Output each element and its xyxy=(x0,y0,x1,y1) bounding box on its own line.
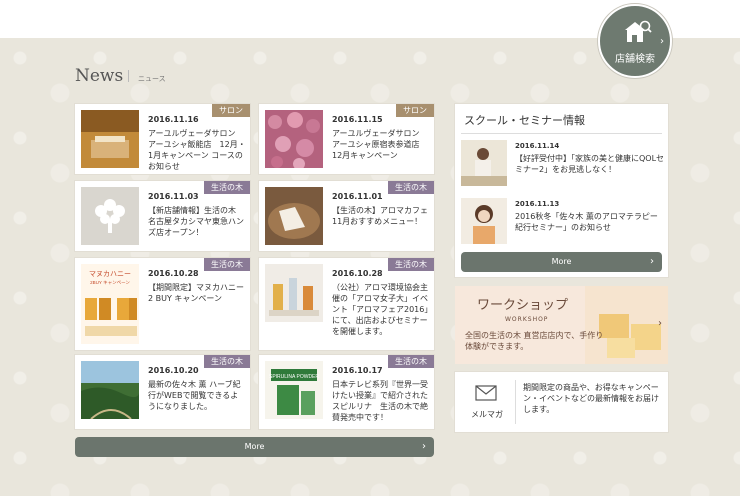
thumb-manuka-sub: 2BUY キャンペーン xyxy=(90,280,130,285)
news-date: 2016.11.16 xyxy=(148,115,199,124)
news-text: 最新の佐々木 薫 ハーブ紀行がWEBで閲覧できるようになりました。 xyxy=(148,380,241,411)
news-date: 2016.10.28 xyxy=(148,269,199,278)
school-more-button[interactable]: More › xyxy=(461,252,662,272)
chevron-right-icon: › xyxy=(658,318,662,329)
mail-magazine-label: メルマガ xyxy=(471,410,503,419)
divider xyxy=(515,380,516,424)
category-badge: 生活の木 xyxy=(204,355,250,368)
category-badge: サロン xyxy=(396,104,434,117)
news-thumbnail xyxy=(81,361,139,419)
category-badge: 生活の木 xyxy=(388,181,434,194)
workshop-title: ワークショップ xyxy=(477,298,569,313)
chevron-right-icon: › xyxy=(660,36,664,47)
news-card[interactable]: 生活の木 2016.10.28 （公社）アロマ環境協会主催の「アロマ女子大」イベ… xyxy=(259,258,434,350)
news-thumbnail xyxy=(265,187,323,245)
divider xyxy=(461,133,662,134)
news-text: （公社）アロマ環境協会主催の「アロマ女子大」イベント「アロマフェア2016」にて… xyxy=(332,283,429,336)
news-card[interactable]: 生活の木 2016.11.03 【新店舗情報】生活の木 名古屋タカシマヤ東急ハン… xyxy=(75,181,250,251)
mail-magazine-banner[interactable]: メルマガ 期間限定の商品や、お得なキャンペーン・イベントなどの最新情報をお届けし… xyxy=(455,372,668,432)
thumb-manuka-title: マヌカハニー xyxy=(89,270,131,278)
more-label: More xyxy=(244,442,265,451)
news-thumbnail: マヌカハニー 2BUY キャンペーン xyxy=(81,264,139,344)
heading-divider xyxy=(128,70,129,82)
category-badge: 生活の木 xyxy=(388,258,434,271)
store-search-button[interactable]: 店舗検索 › xyxy=(598,4,672,78)
store-search-label: 店舗検索 xyxy=(615,54,655,65)
news-thumbnail xyxy=(265,110,323,168)
seminar-item[interactable]: 2016.11.13 2016秋冬「佐々木 薫のアロマテラピー紀行セミナー」のお… xyxy=(461,198,662,246)
news-thumbnail: SPIRULINA POWDER xyxy=(265,361,323,419)
news-more-button[interactable]: More › xyxy=(75,437,434,457)
news-text: アーユルヴェーダサロン アーユシャ飯能店 12月・1月キャンペーン コースのお知… xyxy=(148,129,246,171)
news-card[interactable]: 生活の木 2016.11.01 【生活の木】アロマカフェ11月おすすめメニュー！ xyxy=(259,181,434,251)
news-date: 2016.10.20 xyxy=(148,366,199,375)
news-thumbnail xyxy=(81,110,139,168)
news-card[interactable]: サロン 2016.11.16 アーユルヴェーダサロン アーユシャ飯能店 12月・… xyxy=(75,104,250,174)
news-thumbnail xyxy=(265,264,323,322)
workshop-text: 全国の生活の木 直営店店内で、手作り体験ができます。 xyxy=(465,331,604,351)
seminar-date: 2016.11.13 xyxy=(515,200,560,208)
news-text: 【新店舗情報】生活の木 名古屋タカシマヤ東急ハンズ店オープン！ xyxy=(148,206,244,237)
news-date: 2016.11.15 xyxy=(332,115,383,124)
news-card[interactable]: 生活の木 2016.10.20 最新の佐々木 薫 ハーブ紀行がWEBで閲覧できる… xyxy=(75,355,250,429)
more-label: More xyxy=(551,257,572,266)
store-search-icon xyxy=(625,20,652,42)
news-text: 【生活の木】アロマカフェ11月おすすめメニュー！ xyxy=(332,206,428,226)
news-subheading: ニュース xyxy=(138,75,166,83)
news-text: 【期間限定】マヌカハニー 2 BUY キャンペーン xyxy=(148,283,252,303)
chevron-right-icon: › xyxy=(650,256,654,267)
soap-image xyxy=(585,286,668,364)
news-text: 日本テレビ系列『世界一受けたい授業』で紹介されたスピルリナ 生活の木で絶賛発売中… xyxy=(332,380,428,422)
mail-magazine-text: 期間限定の商品や、お得なキャンペーン・イベントなどの最新情報をお届けします。 xyxy=(523,383,659,414)
workshop-subtitle: WORKSHOP xyxy=(505,316,549,323)
seminar-date: 2016.11.14 xyxy=(515,142,560,150)
news-heading: News xyxy=(75,66,124,86)
news-date: 2016.10.28 xyxy=(332,269,383,278)
school-seminar-panel: スクール・セミナー情報 2016.11.14 【好評受付中】「家族の美と健康にQ… xyxy=(455,104,668,277)
news-card[interactable]: SPIRULINA POWDER 生活の木 2016.10.17 日本テレビ系列… xyxy=(259,355,434,429)
seminar-text: 【好評受付中】「家族の美と健康にQOLセミナー2」をお見逃しなく！ xyxy=(515,154,665,174)
news-date: 2016.11.01 xyxy=(332,192,383,201)
news-card[interactable]: マヌカハニー 2BUY キャンペーン 生活の木 2016.10.28 【期間限定… xyxy=(75,258,252,350)
thumb-spirulina-label: SPIRULINA POWDER xyxy=(269,374,319,380)
category-badge: サロン xyxy=(212,104,250,117)
chevron-right-icon: › xyxy=(422,441,426,452)
news-card[interactable]: サロン 2016.11.15 アーユルヴェーダサロン アーユシャ原宿表参道店 1… xyxy=(259,104,434,174)
category-badge: 生活の木 xyxy=(204,181,250,194)
news-text: アーユルヴェーダサロン アーユシャ原宿表参道店 12月キャンペーン xyxy=(332,129,428,160)
category-badge: 生活の木 xyxy=(204,258,250,271)
seminar-thumbnail xyxy=(461,198,507,244)
school-title: スクール・セミナー情報 xyxy=(464,114,585,127)
news-date: 2016.11.03 xyxy=(148,192,199,201)
seminar-item[interactable]: 2016.11.14 【好評受付中】「家族の美と健康にQOLセミナー2」をお見逃… xyxy=(461,140,665,188)
envelope-icon xyxy=(475,385,497,401)
seminar-thumbnail xyxy=(461,140,507,186)
seminar-text: 2016秋冬「佐々木 薫のアロマテラピー紀行セミナー」のお知らせ xyxy=(515,212,658,232)
workshop-banner[interactable]: ワークショップ WORKSHOP 全国の生活の木 直営店店内で、手作り体験ができ… xyxy=(455,286,668,364)
category-badge: 生活の木 xyxy=(388,355,434,368)
news-thumbnail xyxy=(81,187,139,245)
news-date: 2016.10.17 xyxy=(332,366,383,375)
